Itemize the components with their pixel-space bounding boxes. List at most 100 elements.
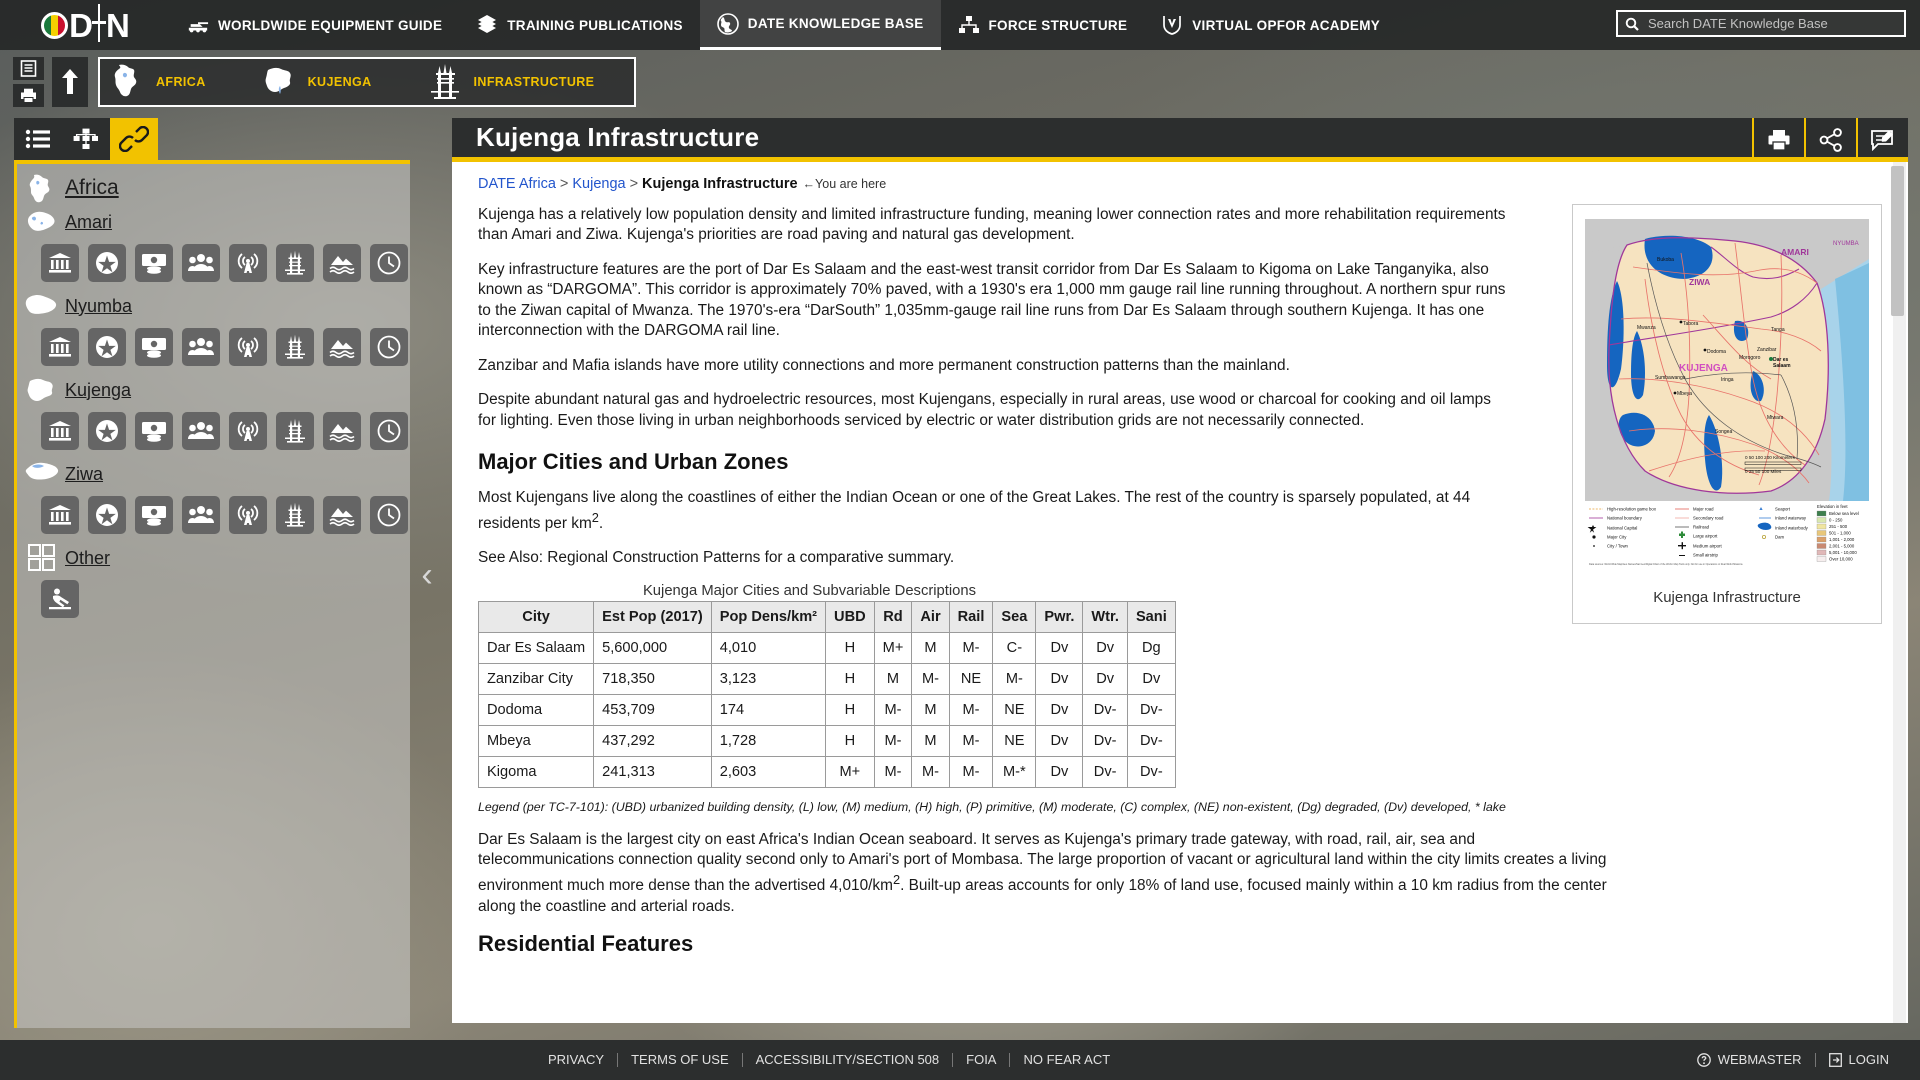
th-sea: Sea: [992, 600, 1037, 633]
tab-list-view[interactable]: [14, 118, 62, 160]
threat-actor-icon[interactable]: [41, 580, 79, 618]
social-icon[interactable]: [182, 496, 220, 534]
paragraph-intro: Kujenga has a relatively low population …: [478, 206, 1506, 244]
footer-link-terms-of-use[interactable]: TERMS OF USE: [618, 1053, 743, 1067]
political-icon[interactable]: [41, 244, 79, 282]
content-scrollbar-track[interactable]: [1891, 162, 1906, 1023]
time-icon[interactable]: [370, 496, 408, 534]
cell-pop: 5,600,000: [593, 631, 712, 664]
information-icon[interactable]: [229, 496, 267, 534]
cell-rail: NE: [948, 662, 994, 695]
content-scrollbar-thumb[interactable]: [1891, 166, 1904, 316]
military-icon[interactable]: [88, 496, 126, 534]
tab-links-view[interactable]: [110, 118, 158, 160]
breadcrumb-link-kujenga[interactable]: Kujenga: [572, 176, 625, 192]
time-icon[interactable]: [370, 412, 408, 450]
breadcrumb-link-date-africa[interactable]: DATE Africa: [478, 176, 556, 192]
svg-text:Inland waterbody: Inland waterbody: [1775, 526, 1809, 531]
paragraph-key-features: Key infrastructure features are the port…: [478, 260, 1506, 340]
military-icon[interactable]: [88, 244, 126, 282]
cell-dens: 2,603: [710, 755, 827, 788]
infrastructure-icon[interactable]: [276, 412, 314, 450]
nav-virtual-opfor-academy[interactable]: VIRTUAL OPFOR ACADEMY: [1144, 0, 1397, 50]
main-content-panel: Kujenga Infrastructure DATE Africa > Kujen…: [452, 118, 1908, 1028]
kujenga-infrastructure-map: AMARI NYUMBA ZIWA KUJENGA Bukoba Mwanza …: [1585, 219, 1869, 566]
paragraph-islands: Zanzibar and Mafia islands have more uti…: [478, 356, 1290, 374]
infrastructure-icon[interactable]: [276, 496, 314, 534]
odin-logo[interactable]: DN: [0, 4, 170, 42]
nav-date-knowledge-base[interactable]: DATE KNOWLEDGE BASE: [699, 0, 941, 50]
table-row: Kigoma 241,313 2,603 M+ M- M- M- M-* Dv …: [477, 755, 1176, 788]
infrastructure-icon[interactable]: [276, 328, 314, 366]
military-icon[interactable]: [88, 412, 126, 450]
time-icon[interactable]: [370, 328, 408, 366]
breadcrumb-separator: >: [559, 176, 569, 192]
cell-pop: 437,292: [593, 724, 712, 757]
tree-node-ziwa[interactable]: Ziwa: [23, 458, 410, 490]
political-icon[interactable]: [41, 328, 79, 366]
cell-air: M-: [911, 755, 950, 788]
footer-link-privacy[interactable]: PRIVACY: [535, 1053, 619, 1067]
tree-label[interactable]: Kujenga: [65, 380, 131, 401]
time-icon[interactable]: [370, 244, 408, 282]
printer-icon: [1768, 130, 1790, 151]
infrastructure-icon[interactable]: [276, 244, 314, 282]
information-icon[interactable]: [229, 412, 267, 450]
tree-label[interactable]: Amari: [65, 212, 112, 233]
tree-node-amari[interactable]: Amari: [23, 206, 410, 238]
social-icon[interactable]: [182, 412, 220, 450]
nav-worldwide-equipment-guide[interactable]: WORLDWIDE EQUIPMENT GUIDE: [170, 0, 459, 50]
tree-node-other[interactable]: Other: [23, 542, 410, 574]
physical-environment-icon[interactable]: [323, 412, 361, 450]
footer-link-no-fear-act[interactable]: NO FEAR ACT: [1010, 1053, 1123, 1067]
political-icon[interactable]: [41, 496, 79, 534]
physical-environment-icon[interactable]: [323, 496, 361, 534]
cell-wtr: Dv: [1082, 662, 1128, 695]
search-input[interactable]: [1646, 15, 1897, 32]
nav-force-structure[interactable]: FORCE STRUCTURE: [941, 0, 1145, 50]
map-city-morogoro: Morogoro: [1739, 355, 1761, 361]
map-label-amari: AMARI: [1781, 247, 1809, 257]
economic-icon[interactable]: [135, 328, 173, 366]
nav-training-publications[interactable]: TRAINING PUBLICATIONS: [459, 0, 700, 50]
cell-pop: 241,313: [593, 755, 712, 788]
svg-text:Seaport: Seaport: [1775, 507, 1791, 512]
tree-label[interactable]: Other: [65, 548, 110, 569]
panel-collapse-arrow[interactable]: ‹: [416, 545, 438, 605]
information-icon[interactable]: [229, 328, 267, 366]
physical-environment-icon[interactable]: [323, 328, 361, 366]
svg-text:Medium airport: Medium airport: [1693, 544, 1722, 549]
political-icon[interactable]: [41, 412, 79, 450]
share-button[interactable]: [1804, 118, 1856, 162]
map-thumbnail-card[interactable]: AMARI NYUMBA ZIWA KUJENGA Bukoba Mwanza …: [1572, 204, 1882, 624]
footer-link-login[interactable]: LOGIN: [1816, 1053, 1902, 1067]
tree-label[interactable]: Africa: [65, 176, 119, 200]
footer-link-webmaster[interactable]: WEBMASTER: [1684, 1053, 1816, 1067]
information-icon[interactable]: [229, 244, 267, 282]
header-actions: [1752, 118, 1908, 162]
map-city-bukoba: Bukoba: [1657, 257, 1674, 263]
tree-label[interactable]: Nyumba: [65, 296, 132, 317]
tree-node-kujenga[interactable]: Kujenga: [23, 374, 410, 406]
search-box[interactable]: [1616, 10, 1906, 37]
military-icon[interactable]: [88, 328, 126, 366]
footer-link-foia[interactable]: FOIA: [953, 1053, 1011, 1067]
economic-icon[interactable]: [135, 244, 173, 282]
tab-tree-view[interactable]: [62, 118, 110, 160]
svg-text:Major City: Major City: [1607, 535, 1627, 540]
economic-icon[interactable]: [135, 496, 173, 534]
social-icon[interactable]: [182, 244, 220, 282]
tank-icon: [187, 14, 209, 36]
search-area: [1616, 10, 1906, 37]
tree-label[interactable]: Ziwa: [65, 464, 103, 485]
economic-icon[interactable]: [135, 412, 173, 450]
social-icon[interactable]: [182, 328, 220, 366]
tree-node-nyumba[interactable]: Nyumba: [23, 290, 410, 322]
cell-wtr: Dv: [1082, 631, 1128, 664]
print-button[interactable]: [1752, 118, 1804, 162]
tree-node-africa[interactable]: Africa: [23, 172, 410, 204]
footer-right-links: WEBMASTER LOGIN: [1684, 1053, 1902, 1067]
feedback-button[interactable]: [1856, 118, 1908, 162]
physical-environment-icon[interactable]: [323, 244, 361, 282]
footer-link-accessibility[interactable]: ACCESSIBILITY/SECTION 508: [743, 1053, 954, 1067]
